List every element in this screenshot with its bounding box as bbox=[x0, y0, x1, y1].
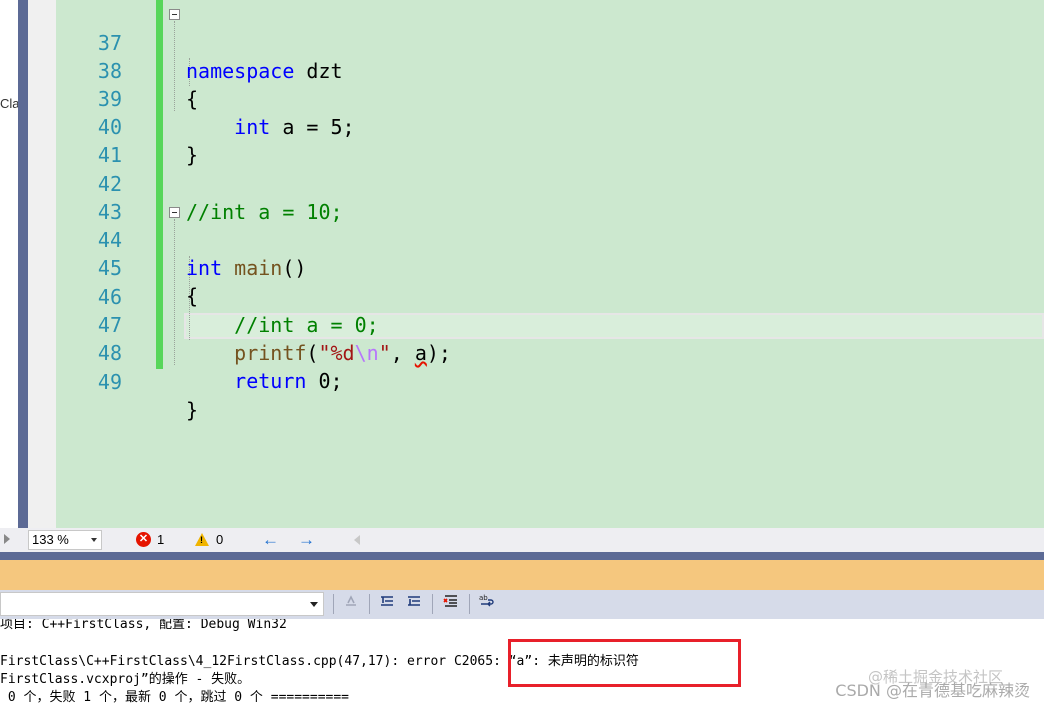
code-line: 39 int a = 5; bbox=[56, 57, 1044, 139]
brace: } bbox=[186, 398, 199, 422]
keyword: return bbox=[234, 369, 307, 393]
code-line: 47 printf("%d\n", a); bbox=[56, 283, 1044, 365]
output-toolbar: ab bbox=[0, 590, 1044, 619]
svg-text:ab: ab bbox=[479, 594, 488, 602]
error-count[interactable]: 1 bbox=[157, 532, 164, 547]
glyph-margin bbox=[28, 0, 56, 528]
window-frame-divider bbox=[0, 552, 1044, 560]
chevron-down-icon bbox=[91, 538, 97, 542]
output-line: 项目: C++FirstClass, 配置: Debug Win32 bbox=[0, 619, 287, 632]
scroll-expand-icon[interactable] bbox=[4, 534, 10, 544]
clear-icon[interactable] bbox=[340, 593, 362, 615]
code-line: 40 } bbox=[56, 85, 1044, 167]
code-line: 48 return 0; bbox=[56, 311, 1044, 393]
annotation-highlight-box bbox=[508, 639, 741, 687]
toolbar-separator bbox=[432, 594, 433, 614]
zoom-value: 133 % bbox=[32, 532, 69, 547]
solution-explorer-partial-label: Cla bbox=[0, 96, 20, 111]
code-line: 43 bbox=[56, 170, 1044, 224]
code-line: 42 //int a = 10; bbox=[56, 142, 1044, 224]
editor-status-bar: 133 % ✕ 1 0 ← → bbox=[0, 528, 1044, 552]
zoom-select[interactable]: 133 % bbox=[28, 530, 102, 550]
warning-icon[interactable] bbox=[195, 533, 209, 546]
warning-count[interactable]: 0 bbox=[216, 532, 223, 547]
statement: 0; bbox=[306, 369, 343, 393]
prev-message-icon[interactable] bbox=[376, 593, 398, 615]
solution-explorer-edge: Cla bbox=[0, 0, 20, 528]
window-frame-left bbox=[18, 0, 28, 552]
toolbar-separator bbox=[333, 594, 334, 614]
error-icon[interactable]: ✕ bbox=[136, 532, 151, 547]
output-source-select[interactable] bbox=[0, 592, 324, 616]
line-number: 49 bbox=[97, 370, 122, 394]
code-editor[interactable]: 37 namespace dzt 38 { 39 int a = 5; 40 }… bbox=[56, 0, 1044, 528]
code-line: 44 int main() bbox=[56, 198, 1044, 280]
output-line: FirstClass.vcxproj”的操作 - 失败。 bbox=[0, 672, 251, 687]
word-wrap-icon[interactable]: ab bbox=[477, 593, 499, 615]
code-line: 46 //int a = 0; bbox=[56, 255, 1044, 337]
clear-all-icon[interactable] bbox=[440, 593, 462, 615]
code-line: 37 namespace dzt bbox=[56, 1, 1044, 83]
toolbar-separator bbox=[369, 594, 370, 614]
output-line: 0 个，失败 1 个，最新 0 个，跳过 0 个 ========== bbox=[0, 690, 350, 705]
code-line: 49 } bbox=[56, 340, 1044, 422]
chevron-down-icon bbox=[310, 602, 318, 607]
next-message-icon[interactable] bbox=[403, 593, 425, 615]
code-line: 41 bbox=[56, 113, 1044, 167]
toolbar-separator bbox=[469, 594, 470, 614]
code-line: 45 { bbox=[56, 226, 1044, 308]
navigate-back-icon[interactable]: ← bbox=[262, 530, 279, 550]
output-panel-header[interactable] bbox=[0, 560, 1044, 590]
code-line: 38 { bbox=[56, 29, 1044, 111]
navigate-forward-icon[interactable]: → bbox=[298, 530, 315, 550]
watermark: CSDN @在青德基吃麻辣烫 bbox=[835, 681, 1030, 700]
horizontal-scroll-left-icon[interactable] bbox=[354, 535, 360, 545]
